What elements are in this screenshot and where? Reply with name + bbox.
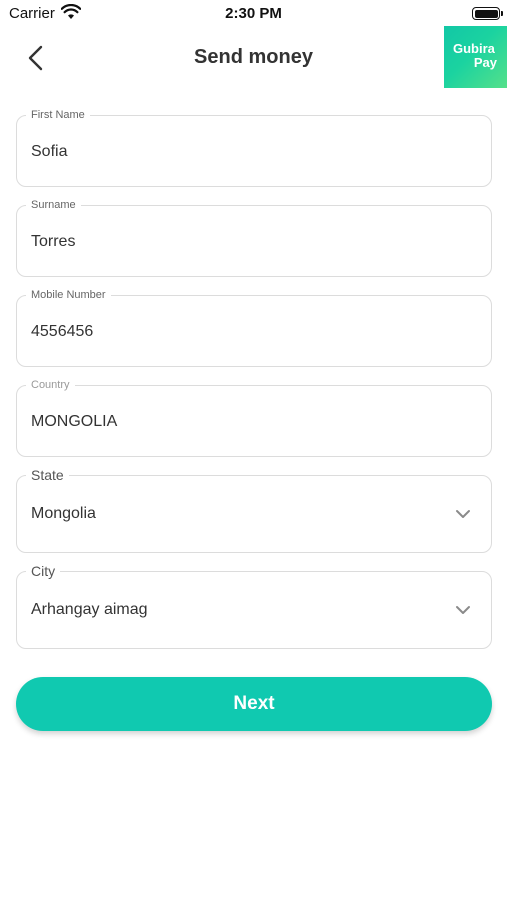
state-value[interactable]: Mongolia	[31, 505, 96, 523]
page-title: Send money	[194, 46, 313, 68]
country-label: Country	[26, 378, 75, 392]
surname-label: Surname	[26, 198, 81, 212]
first-name-value[interactable]: Sofia	[31, 143, 67, 161]
logo-line-2: Pay	[473, 55, 497, 70]
state-label: State	[26, 466, 69, 484]
mobile-number-field[interactable]: Mobile Number 4556456	[16, 288, 492, 367]
logo-line-1: Gubira	[453, 41, 495, 56]
chevron-down-icon[interactable]	[455, 509, 471, 519]
country-field[interactable]: Country MONGOLIA	[16, 378, 492, 457]
country-value[interactable]: MONGOLIA	[31, 413, 117, 431]
chevron-down-icon[interactable]	[455, 605, 471, 615]
mobile-number-value[interactable]: 4556456	[31, 323, 93, 341]
mobile-number-label: Mobile Number	[26, 288, 111, 302]
status-bar: Carrier 2:30 PM	[0, 0, 507, 28]
city-label: City	[26, 562, 61, 580]
next-button[interactable]: Next	[16, 677, 492, 731]
header: Send money Gubira Pay	[0, 26, 507, 90]
city-value[interactable]: Arhangay aimag	[31, 601, 148, 619]
city-select[interactable]: City Arhangay aimag	[16, 562, 492, 649]
gubira-pay-logo: Gubira Pay	[444, 26, 507, 88]
first-name-label: First Name	[26, 108, 90, 122]
surname-value[interactable]: Torres	[31, 233, 75, 251]
clock: 2:30 PM	[225, 5, 282, 22]
state-select[interactable]: State Mongolia	[16, 466, 492, 553]
battery-icon	[472, 7, 503, 20]
surname-field[interactable]: Surname Torres	[16, 198, 492, 277]
first-name-field[interactable]: First Name Sofia	[16, 108, 492, 187]
